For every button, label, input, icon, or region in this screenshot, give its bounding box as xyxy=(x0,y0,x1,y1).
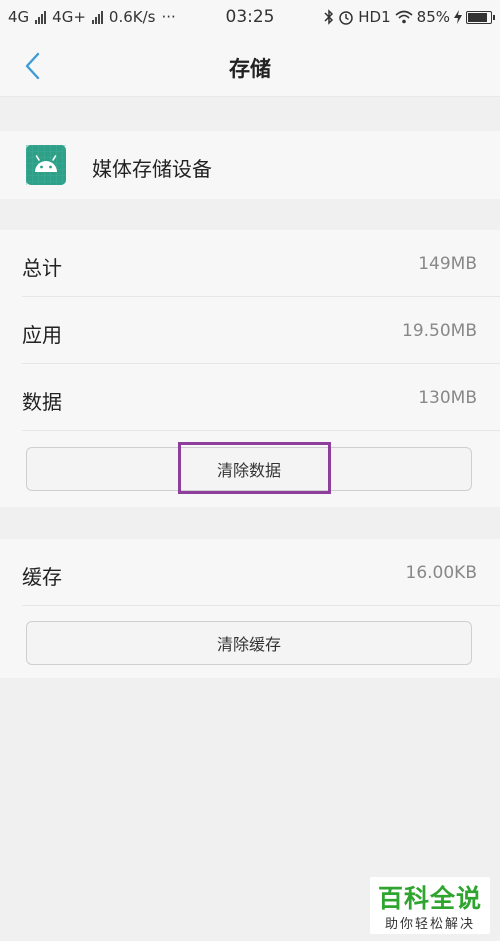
cache-section: 缓存 16.00KB 清除缓存 xyxy=(0,539,500,678)
divider xyxy=(22,430,500,431)
status-right: HD1 85% xyxy=(324,8,495,26)
android-app-icon xyxy=(26,145,66,185)
clear-data-button[interactable]: 清除数据 xyxy=(26,447,472,491)
alarm-icon xyxy=(339,11,354,25)
watermark-main-text: 百科全说 xyxy=(377,884,482,913)
clear-cache-button[interactable]: 清除缓存 xyxy=(26,621,472,665)
divider xyxy=(22,605,500,606)
cache-row: 缓存 16.00KB xyxy=(0,539,500,606)
hd-indicator: HD1 xyxy=(358,8,391,26)
storage-row-app: 应用 19.50MB xyxy=(0,297,500,364)
storage-row-total: 总计 149MB xyxy=(0,230,500,297)
watermark-logo: 百科全说 助你轻松解决 xyxy=(370,877,490,934)
row-value: 149MB xyxy=(418,254,477,274)
row-value: 130MB xyxy=(418,388,477,408)
app-info-section: 媒体存储设备 xyxy=(0,131,500,199)
row-label: 数据 xyxy=(22,390,62,414)
wifi-icon xyxy=(395,10,413,24)
charging-icon xyxy=(454,10,462,24)
storage-section: 总计 149MB 应用 19.50MB 数据 130MB 清除数据 xyxy=(0,230,500,507)
bluetooth-icon xyxy=(324,9,334,25)
battery-icon xyxy=(466,10,495,24)
app-name: 媒体存储设备 xyxy=(92,157,212,181)
row-label: 缓存 xyxy=(22,565,62,589)
watermark-sub-text: 助你轻松解决 xyxy=(384,917,475,932)
battery-percent: 85% xyxy=(416,8,450,26)
row-label: 总计 xyxy=(22,256,62,280)
row-value: 19.50MB xyxy=(402,321,477,341)
row-value: 16.00KB xyxy=(405,563,477,583)
title-bar: 存储 xyxy=(0,36,500,97)
page-title: 存储 xyxy=(229,57,271,81)
row-label: 应用 xyxy=(22,323,62,347)
storage-row-data: 数据 130MB xyxy=(0,364,500,431)
status-bar: 4G 4G+ 0.6K/s ··· 03:25 HD1 85% xyxy=(0,0,500,36)
